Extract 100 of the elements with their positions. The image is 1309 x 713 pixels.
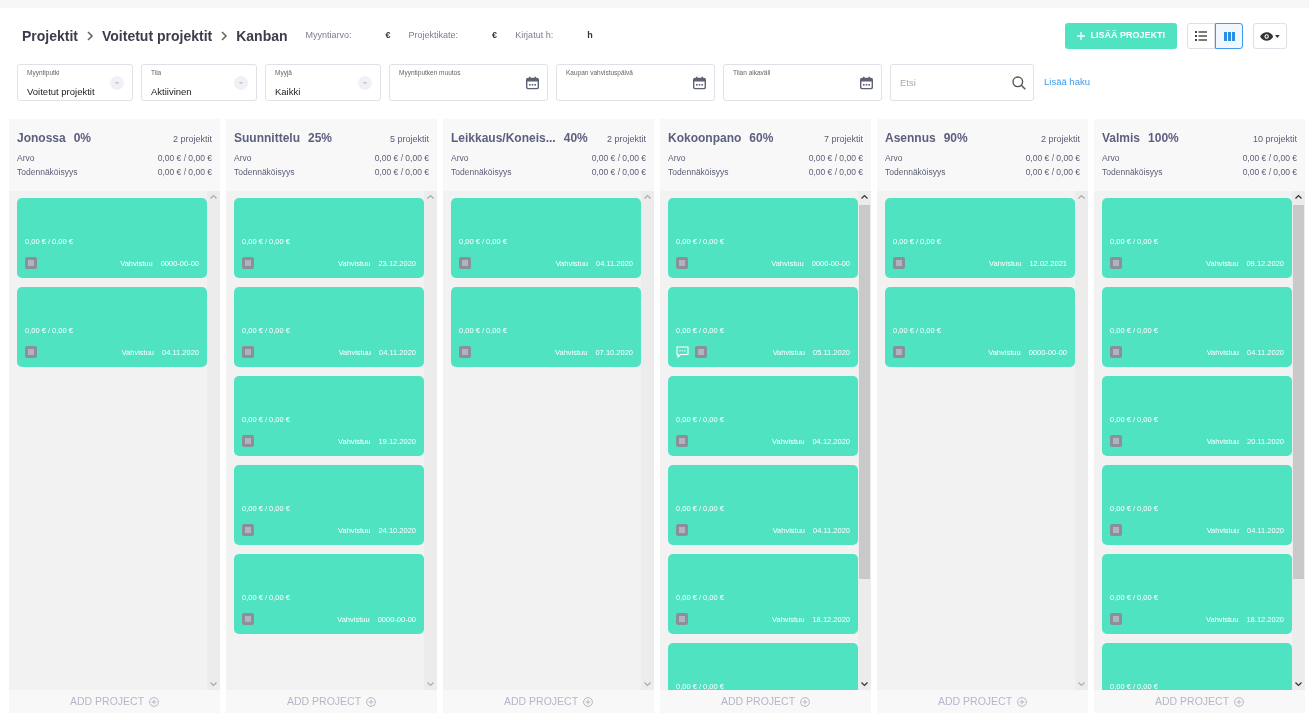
add-project-button[interactable]: LISÄÄ PROJEKTI [1065,23,1177,49]
add-project-button[interactable]: ADD PROJECT [9,690,220,713]
scrollbar-thumb[interactable] [859,205,870,580]
document-icon [25,346,37,359]
stat-value: 0,00 € / 0,00 € [808,166,863,179]
document-icon [1110,257,1122,270]
column-title: Suunnittelu [234,130,300,147]
stat-label: Arvo [451,152,469,165]
document-icon [1110,346,1122,359]
column-title: Jonossa [17,130,66,147]
eye-icon [1260,31,1274,41]
scroll-up-icon[interactable] [861,194,868,199]
scrollbar[interactable] [858,191,871,690]
column-title: Asennus [885,130,936,147]
visibility-dropdown[interactable] [1253,23,1287,49]
stat-label: Arvo [885,152,903,165]
chevron-right-icon [85,31,95,41]
column-title: Valmis [1102,130,1141,147]
stat-value: € [492,29,498,43]
document-icon [242,613,254,626]
calendar-icon [693,76,706,89]
document-icon [676,613,688,626]
document-icon [676,524,688,537]
document-icon [242,524,254,537]
stat-value: 0,00 € / 0,00 € [1025,166,1080,179]
document-icon [676,435,688,448]
column-percent: 100% [1148,130,1179,147]
project-count: 7 projektit [823,133,863,146]
column-percent: 60% [749,130,774,147]
breadcrumb-link[interactable]: Kanban [236,25,288,47]
document-icon [1110,435,1122,448]
calendar-icon [526,76,539,89]
kanban-view-button[interactable] [1215,23,1243,49]
chevron-right-icon [219,31,230,41]
add-project-button[interactable]: ADD PROJECT [1094,690,1305,713]
stat-value: 0,00 € / 0,00 € [157,166,212,179]
stat-value: 0,00 € / 0,00 € [374,166,429,179]
stat-label: Todennäköisyys [1102,166,1163,179]
stat-label: Todennäköisyys [234,166,295,179]
stat-value: 0,00 € / 0,00 € [1025,152,1080,165]
breadcrumb-link[interactable]: Projektit [22,25,78,47]
document-icon [893,257,905,270]
document-icon [459,257,471,270]
caret-icon [1275,34,1280,38]
column-percent: 40% [563,130,588,147]
stat-label: Todennäköisyys [451,166,512,179]
document-icon [242,257,254,270]
add-project-button[interactable]: ADD PROJECT [443,690,654,713]
stat-label: Kirjatut h: [515,29,554,43]
stat-value: 0,00 € / 0,00 € [591,152,646,165]
stat-value: 0,00 € / 0,00 € [1242,166,1297,179]
stat-label: Arvo [17,152,35,165]
stat-label: Todennäköisyys [668,166,729,179]
column-title: Kokoonpano [668,130,742,147]
stat-value: € [385,29,391,43]
plus-circle-icon [149,696,160,707]
scroll-down-icon[interactable] [861,682,868,687]
list-view-button[interactable] [1187,23,1215,49]
columns-icon [1223,31,1235,41]
document-icon [459,346,471,359]
project-count: 2 projektit [172,133,212,146]
plus-circle-icon [1017,696,1028,707]
add-project-button[interactable]: ADD PROJECT [877,690,1088,713]
project-count: 5 projektit [389,133,429,146]
plus-icon [1077,32,1086,40]
stat-value: h [587,29,593,43]
document-icon [25,257,37,270]
document-icon [676,257,688,270]
project-count: 10 projektit [1252,133,1297,146]
column-title: Leikkaus/Koneis... [451,130,556,147]
project-count: 2 projektit [606,133,646,146]
breadcrumb-link[interactable]: Voitetut projektit [102,25,213,47]
column-percent: 25% [308,130,333,147]
stat-value: 0,00 € / 0,00 € [157,152,212,165]
stat-label: Todennäköisyys [885,166,946,179]
search-field[interactable]: Etsi [890,64,1034,101]
caret-icon [234,75,248,90]
scroll-up-icon[interactable] [1295,194,1302,199]
scroll-down-icon[interactable] [1295,682,1302,687]
scrollbar-thumb[interactable] [1293,205,1304,580]
more-search-link[interactable]: Lisää haku [1044,75,1090,90]
stat-value: 0,00 € / 0,00 € [808,152,863,165]
project-count: 2 projektit [1040,133,1080,146]
stat-label: Arvo [668,152,686,165]
document-icon [1110,524,1122,537]
stat-label: Arvo [234,152,252,165]
plus-circle-icon [800,696,811,707]
comment-icon [676,346,689,359]
add-project-button[interactable]: ADD PROJECT [226,690,437,713]
column-percent: 90% [943,130,968,147]
stat-label: Myyntiarvo: [305,29,352,43]
plus-circle-icon [1234,696,1245,707]
add-project-button[interactable]: ADD PROJECT [660,690,871,713]
scrollbar[interactable] [1292,191,1305,690]
document-icon [695,346,707,359]
document-icon [242,435,254,448]
stat-value: 0,00 € / 0,00 € [374,152,429,165]
stat-value: 0,00 € / 0,00 € [1242,152,1297,165]
plus-circle-icon [583,696,594,707]
stat-label: Todennäköisyys [17,166,78,179]
